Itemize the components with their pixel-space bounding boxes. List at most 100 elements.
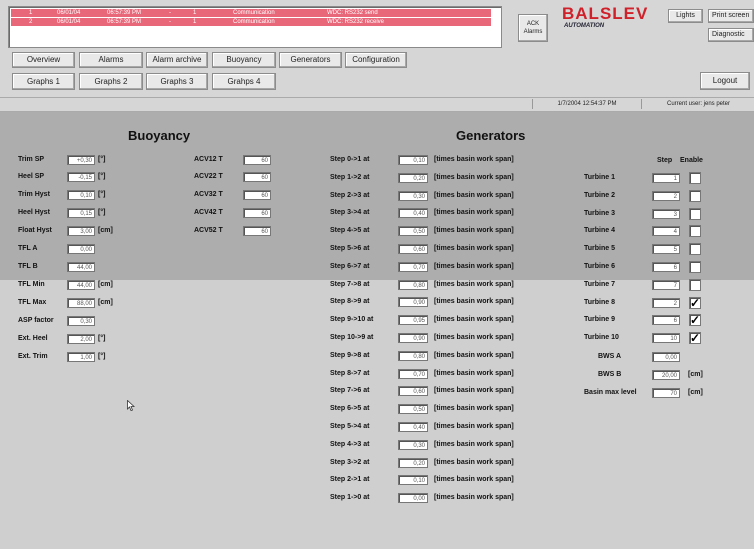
param-label: TFL A (18, 245, 38, 252)
step-label: Step 2->1 at (330, 476, 370, 484)
turbine-step-input[interactable]: 3 (652, 208, 680, 219)
alarm-row[interactable]: 2 06/01/04 06:57:39 PM - 1 Communication… (11, 18, 491, 26)
step-threshold-input[interactable]: 0,80 (398, 350, 428, 361)
step-unit: [times basin work span] (434, 262, 514, 270)
step-threshold-input[interactable]: 0,30 (398, 439, 428, 450)
turbine-step-input[interactable]: 6 (652, 315, 680, 326)
turbine-enable-checkbox[interactable] (689, 189, 701, 202)
param-input[interactable]: 0,30 (67, 316, 95, 326)
step-threshold-input[interactable]: 0,00 (398, 493, 428, 504)
tab-buoyancy[interactable]: Buoyancy (212, 52, 276, 68)
param-input[interactable]: 44,00 (67, 280, 95, 290)
param-input[interactable]: 0,15 (67, 208, 95, 218)
step-threshold-input[interactable]: 0,20 (398, 172, 428, 183)
diagnostic-button[interactable]: Diagnostic (708, 28, 754, 42)
tab-graphs-3[interactable]: Graphs 3 (146, 73, 208, 90)
ack-alarms-button[interactable]: ACK Alarms (518, 14, 548, 42)
alarm-category: Communication (233, 19, 275, 25)
turbine-enable-checkbox[interactable] (689, 225, 701, 238)
param-label: Heel Hyst (18, 209, 50, 216)
step-threshold-input[interactable]: 0,70 (398, 261, 428, 272)
turbine-enable-checkbox[interactable] (689, 261, 701, 273)
acv-input[interactable]: 60 (243, 172, 271, 182)
tab-alarm-archive[interactable]: Alarm archive (146, 52, 208, 68)
alarm-number: 1 (29, 10, 33, 16)
turbine-step-input[interactable]: 10 (652, 333, 680, 344)
param-label: Trim Hyst (18, 191, 50, 198)
param-input[interactable]: 0,00 (67, 244, 95, 254)
turbine-step-input[interactable]: 4 (652, 226, 680, 237)
extra-param-input[interactable]: 70 (652, 388, 680, 398)
step-threshold-input[interactable]: 0,60 (398, 244, 428, 254)
step-threshold-input[interactable]: 0,50 (398, 404, 428, 415)
turbine-step-input[interactable]: 6 (652, 262, 680, 272)
turbine-step-input[interactable]: 5 (652, 244, 680, 255)
acv-input[interactable]: 60 (243, 190, 271, 200)
turbine-enable-checkbox[interactable] (689, 243, 701, 256)
turbine-label: Turbine 7 (584, 280, 615, 288)
step-threshold-input[interactable]: 0,40 (398, 422, 428, 432)
turbine-enable-checkbox[interactable] (689, 207, 701, 220)
acv-input[interactable]: 60 (243, 155, 271, 165)
turbine-step-input[interactable]: 1 (652, 173, 680, 183)
extra-param-input[interactable]: 0,00 (652, 352, 680, 362)
step-label: Step 2->3 at (330, 191, 370, 199)
print-screen-button[interactable]: Print screen (708, 9, 754, 23)
step-label: Step 8->9 at (330, 298, 370, 306)
step-threshold-input[interactable]: 0,50 (398, 226, 428, 237)
lights-button[interactable]: Lights (668, 9, 703, 23)
param-unit: [°] (98, 156, 106, 163)
step-label: Step 1->2 at (330, 173, 370, 181)
param-input[interactable]: 44,00 (67, 262, 95, 272)
step-threshold-input[interactable]: 0,60 (398, 386, 428, 397)
step-label: Step 7->8 at (330, 280, 370, 288)
param-input[interactable]: 1,00 (67, 352, 95, 362)
logo-subtitle: AUTOMATION (564, 23, 605, 29)
tab-configuration[interactable]: Configuration (345, 52, 407, 68)
param-unit: [°] (98, 209, 106, 216)
param-input[interactable]: 2,00 (67, 334, 95, 344)
step-unit: [times basin work span] (434, 298, 514, 306)
tab-overview[interactable]: Overview (12, 52, 75, 68)
tab-graphs-4[interactable]: Grahps 4 (212, 73, 276, 90)
turbine-enable-checkbox[interactable]: ✓ (689, 314, 701, 327)
tab-alarms[interactable]: Alarms (79, 52, 143, 68)
param-input[interactable]: 88,00 (67, 298, 95, 308)
step-threshold-input[interactable]: 0,10 (398, 475, 428, 486)
alarm-date: 06/01/04 (57, 10, 81, 16)
step-threshold-input[interactable]: 0,90 (398, 333, 428, 343)
step-threshold-input[interactable]: 0,10 (398, 155, 428, 165)
turbine-step-input[interactable]: 2 (652, 297, 680, 308)
param-unit: [°] (98, 353, 106, 360)
extra-param-label: BWS A (598, 353, 622, 360)
param-input[interactable]: +0,30 (67, 155, 95, 165)
turbine-enable-checkbox[interactable] (689, 172, 701, 184)
acv-input[interactable]: 60 (243, 226, 271, 236)
step-threshold-input[interactable]: 0,80 (398, 279, 428, 290)
step-threshold-input[interactable]: 0,70 (398, 368, 428, 379)
tab-graphs-1[interactable]: Graphs 1 (12, 73, 75, 90)
turbine-enable-checkbox[interactable]: ✓ (689, 332, 701, 345)
turbine-enable-checkbox[interactable] (689, 278, 701, 291)
logout-button[interactable]: Logout (700, 72, 750, 90)
alarm-list[interactable]: 1 06/01/04 06:57:39 PM - 1 Communication… (8, 6, 502, 48)
turbine-step-input[interactable]: 2 (652, 190, 680, 201)
acv-input[interactable]: 60 (243, 208, 271, 218)
step-threshold-input[interactable]: 0,95 (398, 315, 428, 326)
step-threshold-input[interactable]: 0,40 (398, 208, 428, 219)
param-input[interactable]: -0,15 (67, 172, 95, 182)
alarm-row[interactable]: 1 06/01/04 06:57:39 PM - 1 Communication… (11, 9, 491, 17)
param-input[interactable]: 0,10 (67, 190, 95, 200)
tab-generators[interactable]: Generators (279, 52, 342, 68)
step-unit: [times basin work span] (434, 351, 514, 359)
ack-label: ACK (526, 21, 540, 27)
turbine-step-input[interactable]: 7 (652, 279, 680, 290)
extra-param-input[interactable]: 20,00 (652, 370, 680, 380)
step-unit: [times basin work span] (434, 494, 514, 502)
step-threshold-input[interactable]: 0,90 (398, 297, 428, 308)
step-threshold-input[interactable]: 0,20 (398, 457, 428, 468)
step-threshold-input[interactable]: 0,30 (398, 190, 428, 201)
turbine-enable-checkbox[interactable]: ✓ (689, 296, 701, 309)
tab-graphs-2[interactable]: Graphs 2 (79, 73, 143, 90)
param-input[interactable]: 3,00 (67, 226, 95, 236)
